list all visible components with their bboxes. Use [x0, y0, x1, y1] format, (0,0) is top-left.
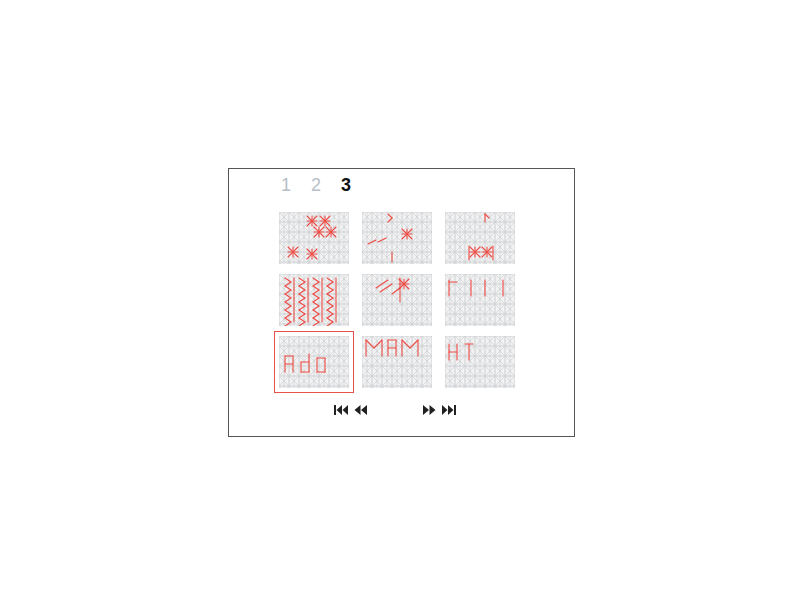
gallery-frame: 123: [228, 168, 575, 437]
page-tab[interactable]: 3: [341, 173, 351, 197]
thumbnail-grid: [274, 207, 574, 393]
first-icon[interactable]: [333, 404, 349, 416]
pattern-drawing: [445, 336, 515, 388]
pattern-drawing: [362, 274, 432, 326]
thumbnail[interactable]: [274, 207, 354, 269]
pattern-drawing: [279, 212, 349, 264]
previous-icon[interactable]: [353, 404, 369, 416]
thumbnail[interactable]: [357, 207, 437, 269]
pattern-drawing: [362, 212, 432, 264]
pattern-drawing: [279, 274, 349, 326]
next-icon[interactable]: [421, 404, 437, 416]
forward-group: [421, 404, 457, 416]
thumbnail[interactable]: [274, 269, 354, 331]
thumbnail[interactable]: [440, 269, 520, 331]
pager: [229, 404, 574, 416]
thumbnail[interactable]: [440, 331, 520, 393]
pattern-drawing: [445, 212, 515, 264]
last-icon[interactable]: [441, 404, 457, 416]
thumbnail[interactable]: [357, 269, 437, 331]
pattern-drawing: [279, 336, 349, 388]
thumbnail[interactable]: [440, 207, 520, 269]
page-tab[interactable]: 1: [281, 173, 291, 197]
pattern-drawing: [445, 274, 515, 326]
page-tab[interactable]: 2: [311, 173, 321, 197]
pattern-drawing: [362, 336, 432, 388]
thumbnail[interactable]: [274, 331, 354, 393]
page-tabs: 123: [229, 169, 574, 197]
page: 123: [0, 0, 800, 600]
thumbnail[interactable]: [357, 331, 437, 393]
back-group: [333, 404, 369, 416]
